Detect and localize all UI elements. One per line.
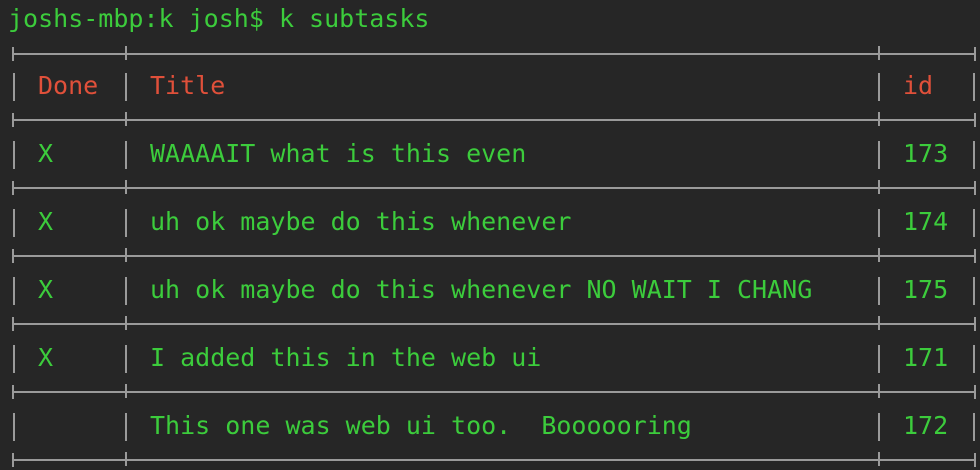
border-tick	[878, 112, 880, 126]
column-separator	[878, 73, 880, 101]
column-separator	[973, 73, 975, 101]
table-border-top	[12, 47, 976, 61]
table-cell-title: This one was web ui too. Boooooring	[150, 411, 692, 440]
border-tick	[878, 452, 880, 466]
column-separator	[13, 345, 15, 373]
column-separator	[125, 209, 127, 237]
table-row-divider	[12, 317, 976, 331]
border-tick	[878, 248, 880, 262]
subtasks-table: Done Title id X WAAAAIT what is this eve…	[0, 0, 980, 470]
column-separator	[973, 277, 975, 305]
column-separator	[13, 141, 15, 169]
table-cell-done: X	[38, 275, 54, 304]
column-separator	[13, 277, 15, 305]
border-tick	[125, 384, 127, 398]
table-cell-id: 175	[903, 275, 949, 304]
border-tick	[878, 46, 880, 60]
table-cell-done: X	[38, 207, 54, 236]
table-border-bottom	[12, 453, 976, 467]
column-separator	[125, 345, 127, 373]
border-tick	[878, 384, 880, 398]
table-cell-id: 171	[903, 343, 949, 372]
column-separator	[878, 345, 880, 373]
column-separator	[125, 73, 127, 101]
terminal-window[interactable]: joshs-mbp:k josh$ k subtasks Done Title …	[0, 0, 980, 470]
border-tick	[878, 316, 880, 330]
column-separator	[973, 413, 975, 441]
table-row-divider	[12, 113, 976, 127]
border-tick	[125, 452, 127, 466]
table-cell-title: WAAAAIT what is this even	[150, 139, 527, 168]
table-cell-title: uh ok maybe do this whenever NO WAIT I C…	[150, 275, 813, 304]
border-tick	[125, 248, 127, 262]
column-separator	[878, 413, 880, 441]
column-separator	[13, 209, 15, 237]
column-separator	[878, 141, 880, 169]
column-separator	[878, 209, 880, 237]
border-tick	[878, 180, 880, 194]
table-cell-done: X	[38, 343, 54, 372]
table-cell-title: I added this in the web ui	[150, 343, 542, 372]
border-tick	[125, 316, 127, 330]
border-tick	[125, 112, 127, 126]
column-separator	[973, 345, 975, 373]
column-separator	[125, 277, 127, 305]
table-cell-id: 174	[903, 207, 949, 236]
table-cell-done: X	[38, 139, 54, 168]
column-separator	[973, 209, 975, 237]
border-tick	[125, 180, 127, 194]
table-cell-id: 172	[903, 411, 949, 440]
table-row-divider	[12, 385, 976, 399]
column-separator	[13, 413, 15, 441]
table-row-divider	[12, 181, 976, 195]
column-separator	[878, 277, 880, 305]
table-cell-title: uh ok maybe do this whenever	[150, 207, 572, 236]
column-separator	[125, 413, 127, 441]
column-header-done: Done	[38, 71, 99, 100]
border-tick	[125, 46, 127, 60]
column-header-title: Title	[150, 71, 226, 100]
column-header-id: id	[903, 71, 934, 100]
table-row-divider	[12, 249, 976, 263]
column-separator	[13, 73, 15, 101]
column-separator	[973, 141, 975, 169]
table-cell-id: 173	[903, 139, 949, 168]
column-separator	[125, 141, 127, 169]
